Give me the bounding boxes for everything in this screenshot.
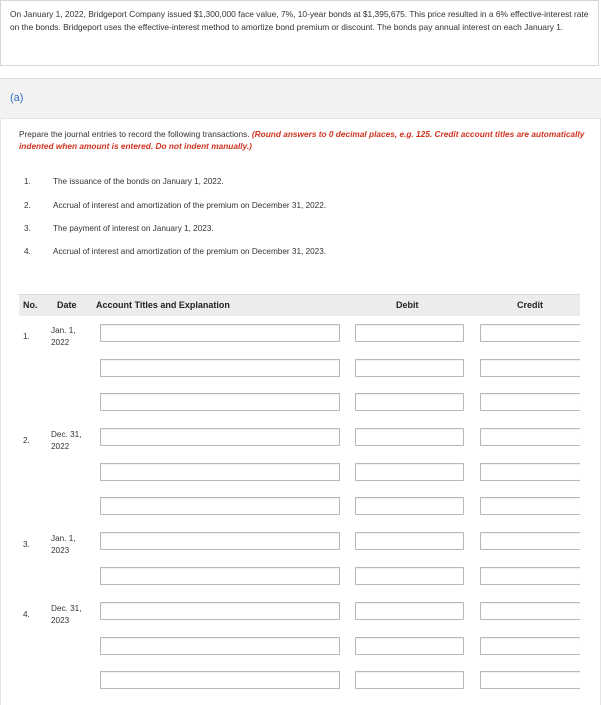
entry-number: 3. xyxy=(23,540,30,549)
account-title-input[interactable] xyxy=(100,428,340,446)
header-debit: Debit xyxy=(396,300,419,310)
account-title-input[interactable] xyxy=(100,463,340,481)
task-text: The issuance of the bonds on January 1, … xyxy=(53,177,224,186)
journal-row xyxy=(19,563,580,585)
credit-input[interactable] xyxy=(480,567,580,585)
debit-input[interactable] xyxy=(355,428,464,446)
credit-input[interactable] xyxy=(480,532,580,550)
debit-input[interactable] xyxy=(355,637,464,655)
part-header: (a) xyxy=(0,78,601,119)
problem-text: On January 1, 2022, Bridgeport Company i… xyxy=(10,9,589,32)
debit-input[interactable] xyxy=(355,463,464,481)
account-title-input[interactable] xyxy=(100,637,340,655)
task-text: The payment of interest on January 1, 20… xyxy=(53,224,214,233)
account-title-input[interactable] xyxy=(100,567,340,585)
task-text: Accrual of interest and amortization of … xyxy=(53,201,327,210)
task-number: 2. xyxy=(24,201,31,210)
credit-input[interactable] xyxy=(480,393,580,411)
journal-row: 1. Jan. 1, 2022 xyxy=(19,320,580,347)
credit-input[interactable] xyxy=(480,324,580,342)
account-title-input[interactable] xyxy=(100,359,340,377)
account-title-input[interactable] xyxy=(100,393,340,411)
credit-input[interactable] xyxy=(480,671,580,689)
header-date: Date xyxy=(57,300,77,310)
entry-number: 4. xyxy=(23,610,30,619)
debit-input[interactable] xyxy=(355,567,464,585)
task-text: Accrual of interest and amortization of … xyxy=(53,247,327,256)
instructions-lead: Prepare the journal entries to record th… xyxy=(19,129,252,139)
journal-row: 2. Dec. 31, 2022 xyxy=(19,424,580,451)
entry-number: 2. xyxy=(23,436,30,445)
credit-input[interactable] xyxy=(480,428,580,446)
header-credit: Credit xyxy=(517,300,544,310)
credit-input[interactable] xyxy=(480,637,580,655)
entry-number: 1. xyxy=(23,332,30,341)
credit-input[interactable] xyxy=(480,463,580,481)
entry-date: Dec. 31, 2022 xyxy=(51,430,82,451)
journal-row xyxy=(19,389,580,411)
journal-row xyxy=(19,355,580,377)
debit-input[interactable] xyxy=(355,532,464,550)
header-no: No. xyxy=(23,300,38,310)
journal-table-header: No. Date Account Titles and Explanation … xyxy=(19,294,580,316)
instructions: Prepare the journal entries to record th… xyxy=(19,128,589,152)
debit-input[interactable] xyxy=(355,497,464,515)
task-number: 1. xyxy=(24,177,31,186)
credit-input[interactable] xyxy=(480,359,580,377)
journal-row xyxy=(19,633,580,655)
journal-row: 4. Dec. 31, 2023 xyxy=(19,598,580,625)
entry-date: Jan. 1, 2023 xyxy=(51,534,76,555)
account-title-input[interactable] xyxy=(100,602,340,620)
journal-row xyxy=(19,667,580,689)
debit-input[interactable] xyxy=(355,602,464,620)
credit-input[interactable] xyxy=(480,602,580,620)
account-title-input[interactable] xyxy=(100,497,340,515)
account-title-input[interactable] xyxy=(100,324,340,342)
credit-input[interactable] xyxy=(480,497,580,515)
debit-input[interactable] xyxy=(355,324,464,342)
account-title-input[interactable] xyxy=(100,671,340,689)
entry-date: Jan. 1, 2022 xyxy=(51,326,76,347)
account-title-input[interactable] xyxy=(100,532,340,550)
task-number: 4. xyxy=(24,247,31,256)
debit-input[interactable] xyxy=(355,359,464,377)
part-label: (a) xyxy=(10,92,24,104)
problem-statement: On January 1, 2022, Bridgeport Company i… xyxy=(0,0,599,66)
debit-input[interactable] xyxy=(355,393,464,411)
part-a-panel: Prepare the journal entries to record th… xyxy=(0,119,601,705)
journal-row xyxy=(19,459,580,481)
task-number: 3. xyxy=(24,224,31,233)
journal-row: 3. Jan. 1, 2023 xyxy=(19,528,580,555)
entry-date: Dec. 31, 2023 xyxy=(51,604,82,625)
header-account: Account Titles and Explanation xyxy=(96,300,230,310)
debit-input[interactable] xyxy=(355,671,464,689)
journal-row xyxy=(19,493,580,515)
